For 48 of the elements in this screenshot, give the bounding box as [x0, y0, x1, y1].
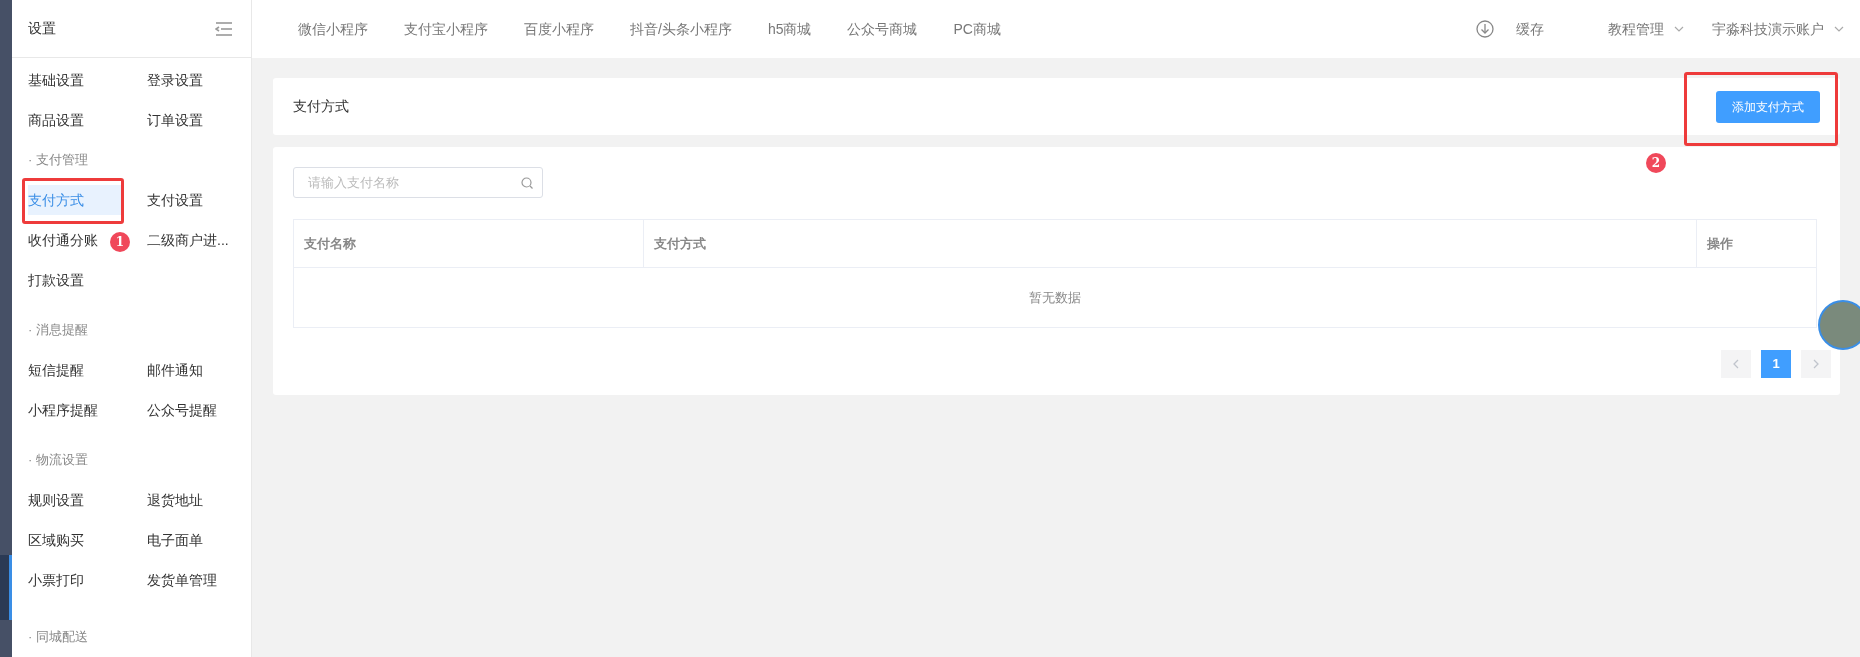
chevron-down-icon [1674, 26, 1684, 32]
column-header: 支付方式 [654, 234, 706, 253]
nav-link[interactable]: 百度小程序 [524, 18, 594, 40]
nav-link[interactable]: 支付宝小程序 [404, 18, 488, 40]
sidebar-item[interactable]: 小票打印 [28, 565, 84, 595]
nav-link[interactable]: 微信小程序 [298, 18, 368, 40]
sidebar-item[interactable]: 收付通分账 [28, 225, 98, 255]
download-icon[interactable] [1476, 20, 1494, 38]
nav-link[interactable]: PC商城 [953, 18, 1001, 40]
sidebar-item[interactable]: 电子面单 [147, 525, 203, 555]
search-icon[interactable] [521, 177, 533, 189]
sidebar-item[interactable]: 退货地址 [147, 485, 203, 515]
nav-link[interactable]: 公众号商城 [847, 18, 918, 40]
section-heading: · 同城配送 [28, 628, 88, 647]
chevron-down-icon [1834, 26, 1844, 32]
sidebar-item[interactable]: 邮件通知 [147, 355, 203, 385]
active-indicator [0, 555, 12, 620]
section-heading: · 物流设置 [28, 451, 88, 470]
sidebar-item[interactable]: 公众号提醒 [147, 395, 217, 425]
dropdown-menu[interactable]: 教程管理 [1608, 18, 1684, 40]
sidebar-item[interactable]: 短信提醒 [28, 355, 84, 385]
page-title: 支付方式 [293, 97, 349, 116]
section-heading: · 支付管理 [28, 151, 88, 170]
cache-link[interactable]: 缓存 [1516, 18, 1544, 40]
sidebar-item[interactable]: 发货单管理 [147, 565, 217, 595]
section-heading: · 消息提醒 [28, 321, 88, 340]
menu-icon[interactable] [215, 20, 233, 37]
dropdown-menu[interactable]: 宇淼科技演示账户 [1712, 18, 1844, 40]
sidebar-item[interactable]: 基础设置 [28, 65, 84, 95]
sidebar-item[interactable]: 支付设置 [147, 185, 203, 215]
column-header: 支付名称 [304, 234, 356, 253]
sidebar-item[interactable]: 小程序提醒 [28, 395, 98, 425]
nav-link[interactable]: h5商城 [767, 18, 812, 40]
sidebar-item[interactable]: 区域购买 [28, 525, 84, 555]
sidebar-item[interactable]: 登录设置 [147, 65, 203, 95]
sidebar-item[interactable]: 商品设置 [28, 105, 84, 135]
chevron-right-icon [1813, 359, 1819, 369]
column-header: 操作 [1707, 234, 1733, 253]
step-badge: 1 [110, 232, 130, 252]
empty-message: 暂无数据 [1029, 288, 1081, 307]
sidebar-title: 设置 [28, 19, 56, 38]
nav-link[interactable]: 抖音/头条小程序 [630, 18, 732, 40]
sidebar-item[interactable]: 订单设置 [147, 105, 203, 135]
sidebar-item[interactable]: 规则设置 [28, 485, 84, 515]
chevron-left-icon [1733, 359, 1739, 369]
sidebar-item[interactable]: 二级商户进... [147, 225, 229, 255]
sidebar-item[interactable]: 打款设置 [28, 265, 84, 295]
search-field[interactable]: 请输入支付名称 [293, 167, 543, 198]
